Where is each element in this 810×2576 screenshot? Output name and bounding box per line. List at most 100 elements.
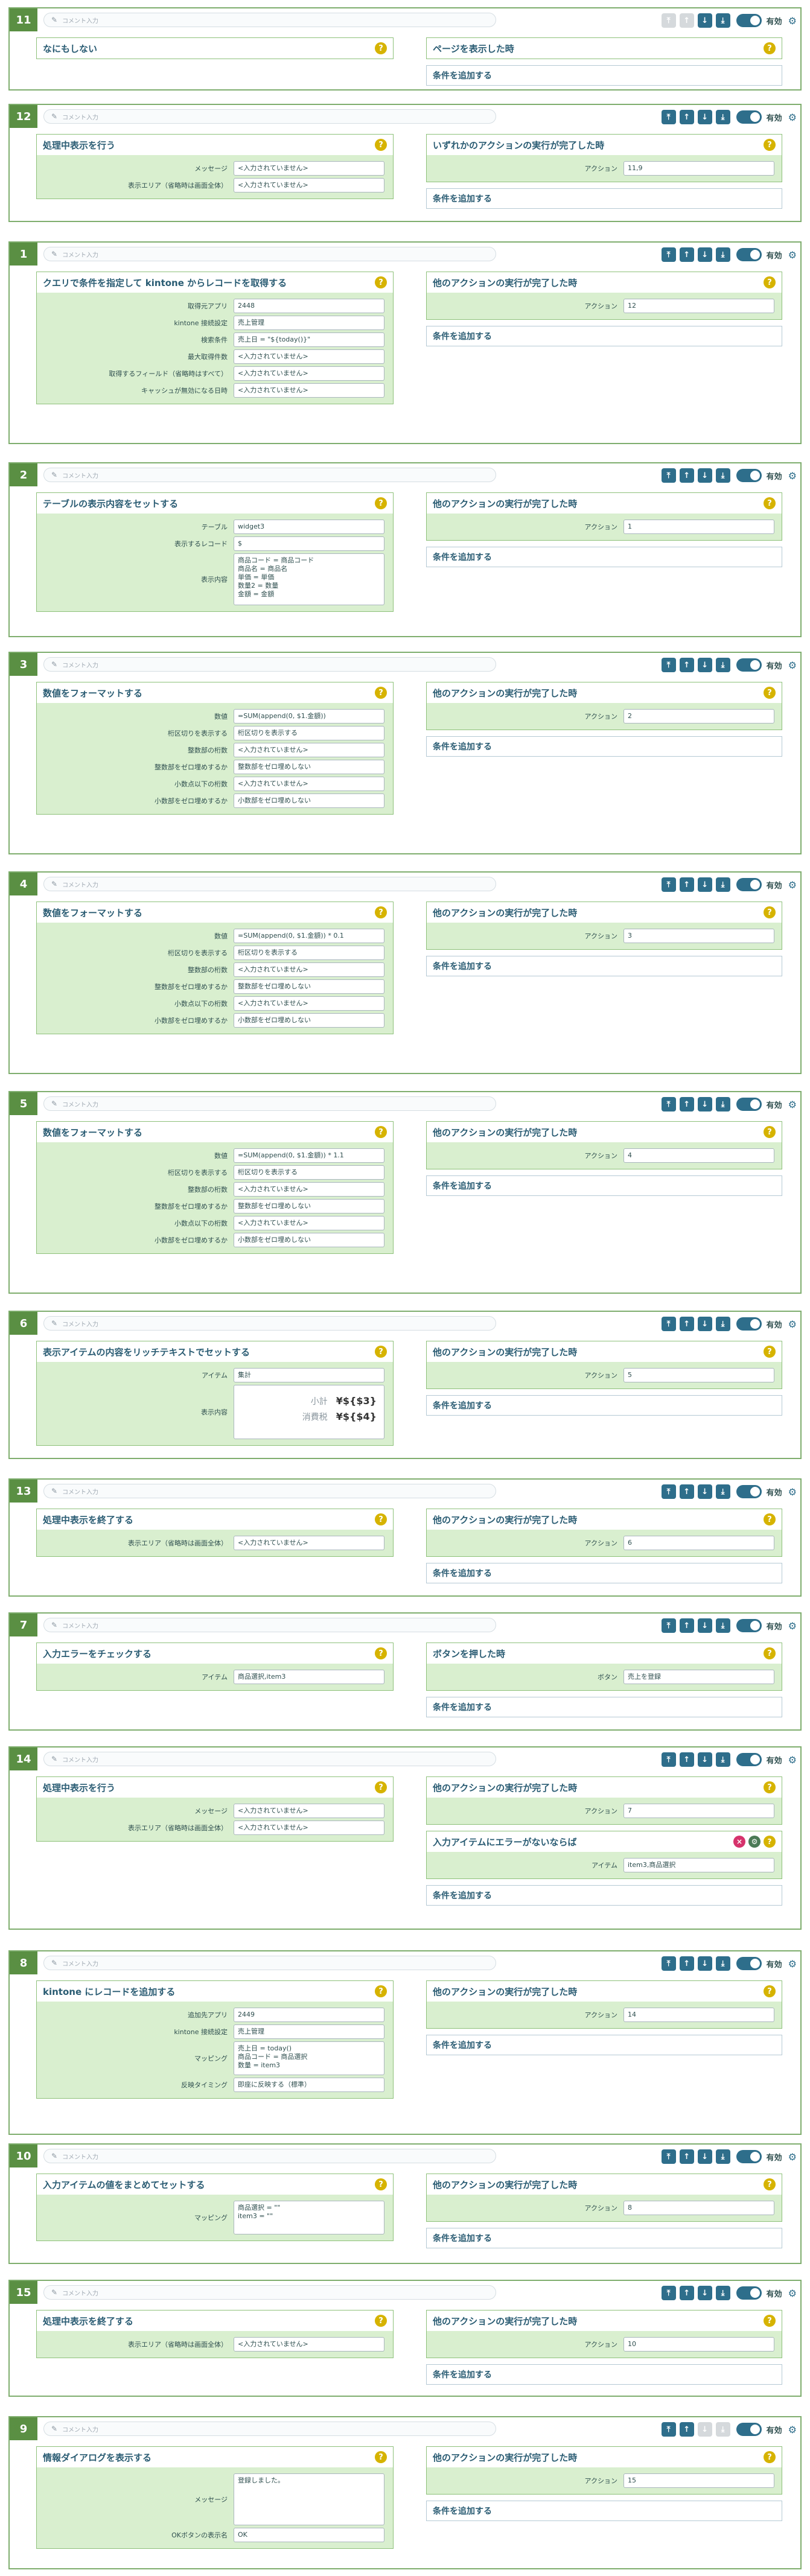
field-value[interactable]: 4 xyxy=(623,1148,774,1163)
move-up-icon[interactable]: ↑ xyxy=(679,1752,694,1767)
field-value[interactable]: OK xyxy=(234,2528,384,2542)
gear-icon[interactable]: ⚙ xyxy=(788,249,797,261)
add-condition-button[interactable]: 条件を追加する xyxy=(426,736,782,757)
enabled-toggle[interactable] xyxy=(736,14,762,27)
help-icon[interactable]: ? xyxy=(764,1985,776,1997)
gear-icon[interactable]: ⚙ xyxy=(788,2151,797,2163)
help-icon[interactable]: ? xyxy=(375,1513,387,1525)
field-value[interactable]: 2448 xyxy=(234,299,384,313)
trigger-title[interactable]: 入力アイテムにエラーがないならば × ⚙? xyxy=(427,1831,782,1852)
field-value[interactable]: 登録しました。 xyxy=(234,2473,384,2525)
move-bottom-icon[interactable]: ⤓ xyxy=(715,468,730,483)
move-up-icon[interactable]: ↑ xyxy=(679,877,694,892)
field-value[interactable]: 12 xyxy=(623,299,774,313)
enabled-toggle[interactable] xyxy=(736,1957,762,1970)
move-down-icon[interactable]: ↓ xyxy=(697,658,712,672)
move-top-icon[interactable]: ⤒ xyxy=(661,1097,676,1111)
field-value[interactable]: =SUM(append(0, $1.金額)) xyxy=(234,709,384,724)
field-value[interactable]: 整数部をゼロ埋めしない xyxy=(234,1199,384,1213)
enabled-toggle[interactable] xyxy=(736,878,762,891)
move-bottom-icon[interactable]: ⤓ xyxy=(715,1618,730,1633)
move-bottom-icon[interactable]: ⤓ xyxy=(715,1317,730,1331)
field-value[interactable]: <入力されていません> xyxy=(234,1182,384,1197)
move-top-icon[interactable]: ⤒ xyxy=(661,2286,676,2300)
help-icon[interactable]: ? xyxy=(764,1126,776,1138)
move-top-icon[interactable]: ⤒ xyxy=(661,1752,676,1767)
add-condition-button[interactable]: 条件を追加する xyxy=(426,188,782,209)
comment-input[interactable]: ✎ コメント入力 xyxy=(43,1096,496,1111)
help-icon[interactable]: ? xyxy=(764,1647,776,1659)
field-value[interactable]: =SUM(append(0, $1.金額)) * 1.1 xyxy=(234,1148,384,1163)
field-value[interactable]: 桁区切りを表示する xyxy=(234,946,384,960)
action-title[interactable]: 情報ダイアログを表示する? xyxy=(37,2447,393,2467)
field-value[interactable]: 売上日 = "${today()}" xyxy=(234,332,384,347)
gear-icon[interactable]: ⚙ xyxy=(788,1486,797,1498)
field-value[interactable]: 14 xyxy=(623,2008,774,2022)
move-top-icon[interactable]: ⤒ xyxy=(661,1484,676,1499)
move-up-icon[interactable]: ↑ xyxy=(679,658,694,672)
field-value[interactable]: 3 xyxy=(623,929,774,943)
move-bottom-icon[interactable]: ⤓ xyxy=(715,110,730,124)
move-top-icon[interactable]: ⤒ xyxy=(661,1317,676,1331)
add-condition-button[interactable]: 条件を追加する xyxy=(426,1563,782,1583)
enabled-toggle[interactable] xyxy=(736,1485,762,1498)
comment-input[interactable]: ✎ コメント入力 xyxy=(43,1752,496,1766)
help-icon[interactable]: ? xyxy=(764,2315,776,2327)
move-top-icon[interactable]: ⤒ xyxy=(661,877,676,892)
move-down-icon[interactable]: ↓ xyxy=(697,877,712,892)
field-value[interactable]: 売上管理 xyxy=(234,316,384,330)
comment-input[interactable]: ✎ コメント入力 xyxy=(43,13,496,27)
gear-icon[interactable]: ⚙ xyxy=(788,112,797,123)
move-up-icon[interactable]: ↑ xyxy=(679,247,694,262)
field-value[interactable]: 即座に反映する（標準） xyxy=(234,2078,384,2092)
help-icon[interactable]: ? xyxy=(375,42,387,54)
help-icon[interactable]: ? xyxy=(375,1647,387,1659)
move-bottom-icon[interactable]: ⤓ xyxy=(715,1484,730,1499)
move-top-icon[interactable]: ⤒ xyxy=(661,1618,676,1633)
enabled-toggle[interactable] xyxy=(736,2423,762,2436)
enabled-toggle[interactable] xyxy=(736,1317,762,1331)
help-icon[interactable]: ? xyxy=(764,2178,776,2190)
action-title[interactable]: 処理中表示を行う? xyxy=(37,135,393,155)
field-value[interactable]: 1 xyxy=(623,520,774,534)
field-value[interactable]: 集計 xyxy=(234,1368,384,1382)
field-value[interactable]: <入力されていません> xyxy=(234,1536,384,1550)
field-value[interactable]: 売上管理 xyxy=(234,2024,384,2039)
gear-icon[interactable]: ⚙ xyxy=(788,1620,797,1632)
help-icon[interactable]: ? xyxy=(764,276,776,288)
add-condition-button[interactable]: 条件を追加する xyxy=(426,2501,782,2521)
add-condition-button[interactable]: 条件を追加する xyxy=(426,547,782,567)
help-icon[interactable]: ? xyxy=(375,139,387,151)
field-value[interactable]: 商品コード = 商品コード 商品名 = 商品名 単価 = 単価 数量2 = 数量… xyxy=(234,553,384,605)
gear-icon[interactable]: ⚙ xyxy=(788,1099,797,1110)
trigger-title[interactable]: ボタンを押した時? xyxy=(427,1643,782,1664)
move-down-icon[interactable]: ↓ xyxy=(697,1317,712,1331)
field-value[interactable]: 売上日 = today() 商品コード = 商品選択 数量 = item3 xyxy=(234,2041,384,2075)
gear-icon[interactable]: ⚙ xyxy=(788,2424,797,2435)
trigger-title[interactable]: 他のアクションの実行が完了した時? xyxy=(427,1981,782,2002)
comment-input[interactable]: ✎ コメント入力 xyxy=(43,657,496,672)
field-value[interactable]: 小数部をゼロ埋めしない xyxy=(234,793,384,808)
help-icon[interactable]: ? xyxy=(764,906,776,918)
help-icon[interactable]: ? xyxy=(764,42,776,54)
trigger-title[interactable]: いずれかのアクションの実行が完了した時? xyxy=(427,135,782,155)
move-down-icon[interactable]: ↓ xyxy=(697,2149,712,2164)
move-down-icon[interactable]: ↓ xyxy=(697,247,712,262)
move-bottom-icon[interactable]: ⤓ xyxy=(715,247,730,262)
trigger-title[interactable]: ページを表示した時? xyxy=(427,38,782,59)
comment-input[interactable]: ✎ コメント入力 xyxy=(43,1618,496,1632)
move-up-icon[interactable]: ↑ xyxy=(679,2422,694,2437)
field-value[interactable]: 売上を登録 xyxy=(623,1670,774,1684)
rich-text-preview[interactable]: 小計 ¥${$3} 消費税 ¥${$4} xyxy=(234,1385,384,1439)
help-icon[interactable]: ? xyxy=(764,687,776,699)
field-value[interactable]: 桁区切りを表示する xyxy=(234,726,384,740)
enabled-toggle[interactable] xyxy=(736,2286,762,2300)
action-title[interactable]: 入力エラーをチェックする? xyxy=(37,1643,393,1664)
move-top-icon[interactable]: ⤒ xyxy=(661,2149,676,2164)
field-value[interactable]: <入力されていません> xyxy=(234,1804,384,1818)
enabled-toggle[interactable] xyxy=(736,658,762,672)
comment-input[interactable]: ✎ コメント入力 xyxy=(43,2285,496,2300)
add-condition-button[interactable]: 条件を追加する xyxy=(426,1697,782,1717)
help-icon[interactable]: ? xyxy=(764,1781,776,1793)
move-down-icon[interactable]: ↓ xyxy=(697,1484,712,1499)
